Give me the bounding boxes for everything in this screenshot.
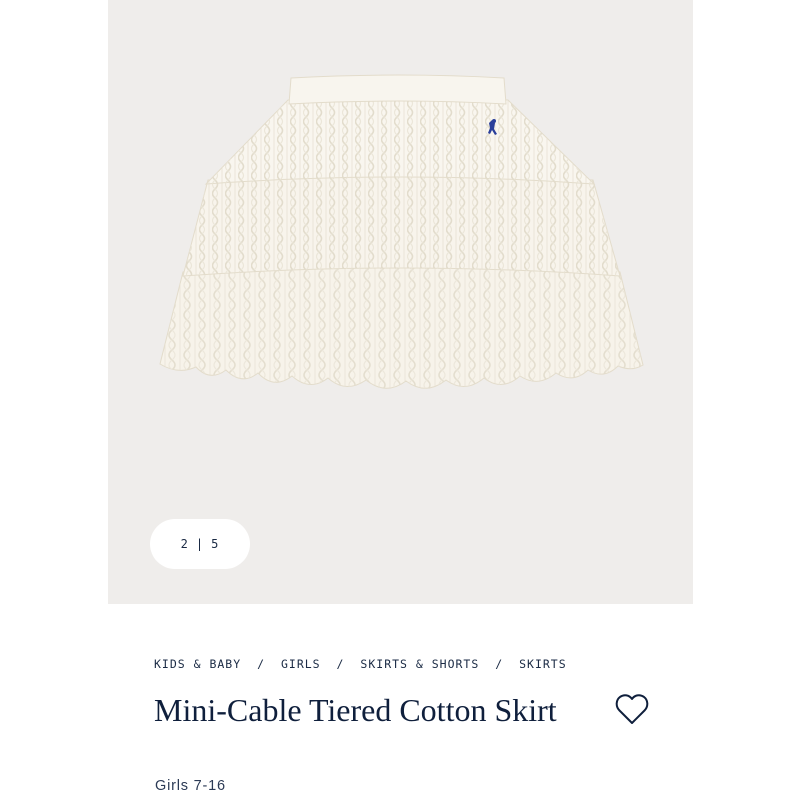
breadcrumb-separator: /	[336, 657, 345, 671]
breadcrumb: KIDS & BABY / GIRLS / SKIRTS & SHORTS / …	[154, 657, 567, 671]
breadcrumb-item-skirts[interactable]: SKIRTS	[519, 657, 567, 671]
image-counter: 2 | 5	[150, 519, 250, 569]
breadcrumb-item-skirts-shorts[interactable]: SKIRTS & SHORTS	[360, 657, 479, 671]
breadcrumb-item-kids-baby[interactable]: KIDS & BABY	[154, 657, 241, 671]
add-to-wishlist-button[interactable]	[612, 692, 652, 728]
image-counter-total: 5	[211, 537, 220, 551]
skirt-top-tier	[204, 97, 596, 185]
breadcrumb-separator: /	[495, 657, 504, 671]
product-image-gallery[interactable]: 2 | 5	[108, 0, 693, 604]
skirt-bottom-tier	[159, 263, 644, 389]
image-counter-separator: |	[195, 537, 205, 551]
heart-icon	[615, 694, 649, 724]
breadcrumb-separator: /	[257, 657, 266, 671]
skirt-waistband	[288, 74, 507, 105]
product-title: Mini-Cable Tiered Cotton Skirt	[154, 692, 557, 728]
product-size-range: Girls 7-16	[155, 778, 226, 794]
breadcrumb-item-girls[interactable]: GIRLS	[281, 657, 321, 671]
skirt-middle-tier	[182, 174, 621, 277]
image-counter-current: 2	[180, 537, 189, 551]
product-image	[159, 74, 644, 389]
